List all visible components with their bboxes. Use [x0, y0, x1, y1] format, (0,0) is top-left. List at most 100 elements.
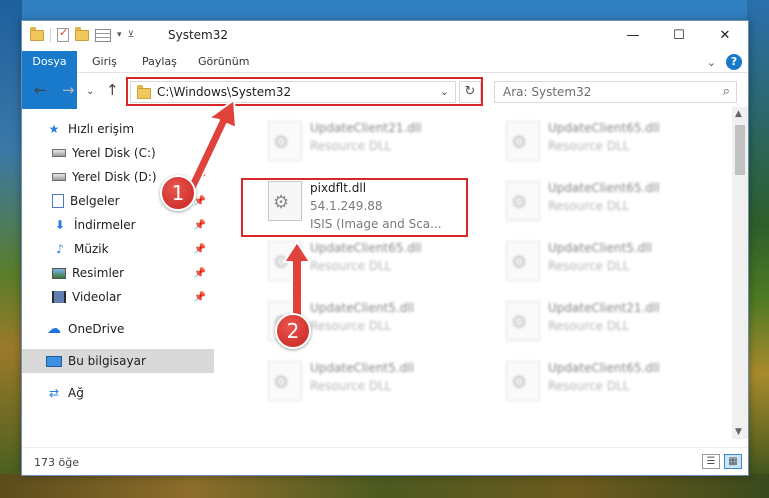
gear-icon: ⚙ [273, 132, 290, 153]
dll-file-icon: ⚙ [506, 301, 540, 341]
file-item[interactable]: ⚙ UpdateClient5.dll Resource DLL [260, 353, 490, 411]
file-item[interactable]: ⚙ UpdateClient65.dll Resource DLL [498, 353, 728, 411]
file-highlight-box [241, 178, 468, 237]
ribbon-right-controls: ⌄ ? [707, 54, 742, 70]
scroll-thumb[interactable] [735, 125, 745, 175]
sidebar-item-music[interactable]: ♪ Müzik 📌 [22, 237, 214, 261]
download-icon: ⬇ [54, 218, 66, 232]
sidebar-item-label: İndirmeler [74, 218, 136, 232]
dll-file-icon: ⚙ [506, 241, 540, 281]
help-icon[interactable]: ? [726, 54, 742, 70]
star-icon: ★ [48, 122, 60, 136]
document-icon [52, 194, 64, 208]
sidebar-item-this-pc[interactable]: Bu bilgisayar [22, 349, 214, 373]
dll-file-icon: ⚙ [506, 121, 540, 161]
details-view-icon[interactable]: ☰ [702, 454, 720, 469]
up-arrow-icon[interactable]: ↑ [106, 81, 119, 99]
file-item[interactable]: ⚙ UpdateClient21.dll Resource DLL [260, 113, 490, 171]
search-icon[interactable]: ⌕ [723, 84, 730, 99]
file-item[interactable]: ⚙ UpdateClient5.dll Resource DLL [498, 233, 728, 291]
file-item[interactable]: ⚙ UpdateClient65.dll Resource DLL [498, 173, 728, 231]
new-folder-icon[interactable] [75, 26, 89, 41]
desktop-background-left [0, 0, 22, 498]
tab-home[interactable]: Giriş [92, 51, 117, 73]
file-type: Resource DLL [310, 379, 392, 393]
tab-view[interactable]: Görünüm [198, 51, 249, 73]
back-arrow-icon[interactable]: ← [34, 81, 47, 99]
pin-icon[interactable]: 📌 [194, 244, 206, 255]
sidebar-item-downloads[interactable]: ⬇ İndirmeler 📌 [22, 213, 214, 237]
file-name: UpdateClient5.dll [548, 241, 652, 255]
folder-icon [30, 26, 44, 41]
desktop-background-right [747, 0, 769, 498]
sidebar-item-label: OneDrive [68, 322, 125, 336]
file-name: UpdateClient65.dll [548, 121, 660, 135]
file-list: ⚙ UpdateClient21.dll Resource DLL ⚙ Upda… [226, 113, 734, 437]
sidebar-item-onedrive[interactable]: ☁ OneDrive [22, 317, 214, 341]
file-name: UpdateClient5.dll [310, 361, 414, 375]
sidebar-item-label: Ağ [68, 386, 84, 400]
pin-icon[interactable]: 📌 [194, 172, 206, 183]
properties-check-icon[interactable] [57, 26, 69, 42]
vertical-scrollbar[interactable]: ▲ ▼ [732, 107, 748, 439]
close-button[interactable]: ✕ [702, 21, 748, 50]
sidebar-item-network[interactable]: ⇄ Ağ [22, 381, 214, 405]
sidebar-item-label: Yerel Disk (D:) [72, 170, 157, 184]
expand-ribbon-icon[interactable]: ⌄ [707, 56, 716, 69]
file-item[interactable]: ⚙ UpdateClient65.dll Resource DLL [260, 233, 490, 291]
sidebar-item-videos[interactable]: Videolar 📌 [22, 285, 214, 309]
ribbon-tabs: Dosya Giriş Paylaş Görünüm ⌄ ? [22, 51, 748, 109]
minimize-button[interactable]: — [610, 21, 656, 50]
item-count: 173 öğe [34, 456, 79, 469]
file-name: UpdateClient21.dll [548, 301, 660, 315]
callout-badge-2: 2 [275, 313, 311, 349]
sidebar-item-quick-access[interactable]: ★ Hızlı erişim [22, 117, 214, 141]
quick-access-toolbar: ▾ ⊻ [30, 26, 135, 42]
pin-icon[interactable]: 📌 [194, 268, 206, 279]
pin-icon[interactable]: 📌 [194, 220, 206, 231]
dll-file-icon: ⚙ [268, 121, 302, 161]
desktop-background-bottom [0, 474, 769, 498]
sidebar-item-disk-c[interactable]: Yerel Disk (C:) [22, 141, 214, 165]
file-item[interactable]: ⚙ UpdateClient21.dll Resource DLL [498, 293, 728, 351]
navigation-bar: ← → ⌄ ↑ C:\Windows\System32 ⌄ ↻ Ara: Sys… [22, 77, 748, 107]
callout-badge-1: 1 [160, 175, 196, 211]
view-switcher: ☰ ▦ [702, 454, 742, 469]
file-type: Resource DLL [548, 259, 630, 273]
scroll-down-icon[interactable]: ▼ [735, 427, 742, 437]
title-bar: ▾ ⊻ System32 — ☐ ✕ [22, 21, 748, 51]
forward-arrow-icon[interactable]: → [62, 81, 75, 99]
file-type: Resource DLL [548, 379, 630, 393]
recent-locations-icon[interactable]: ⌄ [86, 86, 94, 97]
file-name: UpdateClient21.dll [310, 121, 422, 135]
dll-file-icon: ⚙ [268, 361, 302, 401]
qat-dropdown-icon[interactable]: ▾ [117, 30, 122, 40]
disk-icon [52, 173, 66, 181]
file-type: Resource DLL [548, 199, 630, 213]
search-input[interactable]: Ara: System32 ⌕ [494, 81, 737, 103]
gear-icon: ⚙ [511, 312, 528, 333]
cloud-icon: ☁ [47, 321, 61, 337]
sidebar-item-pictures[interactable]: Resimler 📌 [22, 261, 214, 285]
qat-customize-icon[interactable]: ⊻ [128, 30, 135, 40]
scroll-up-icon[interactable]: ▲ [735, 109, 742, 119]
address-highlight-box [126, 77, 483, 106]
file-name: UpdateClient65.dll [548, 181, 660, 195]
tab-share[interactable]: Paylaş [142, 51, 177, 73]
tiles-view-icon[interactable]: ▦ [724, 454, 742, 469]
gear-icon: ⚙ [511, 252, 528, 273]
sidebar-item-label: Hızlı erişim [68, 122, 135, 136]
gear-icon: ⚙ [511, 132, 528, 153]
gear-icon: ⚙ [511, 372, 528, 393]
file-name: UpdateClient65.dll [548, 361, 660, 375]
status-bar: 173 öğe ☰ ▦ [22, 447, 748, 475]
navigation-pane: ★ Hızlı erişim Yerel Disk (C:) Yerel Dis… [22, 117, 214, 437]
pin-icon[interactable]: 📌 [194, 292, 206, 303]
maximize-button[interactable]: ☐ [656, 21, 702, 50]
gear-icon: ⚙ [511, 192, 528, 213]
file-type: Resource DLL [310, 139, 392, 153]
window-title: System32 [168, 28, 229, 42]
customize-toolbar-icon[interactable] [95, 28, 111, 42]
dll-file-icon: ⚙ [506, 361, 540, 401]
file-item[interactable]: ⚙ UpdateClient65.dll Resource DLL [498, 113, 728, 171]
